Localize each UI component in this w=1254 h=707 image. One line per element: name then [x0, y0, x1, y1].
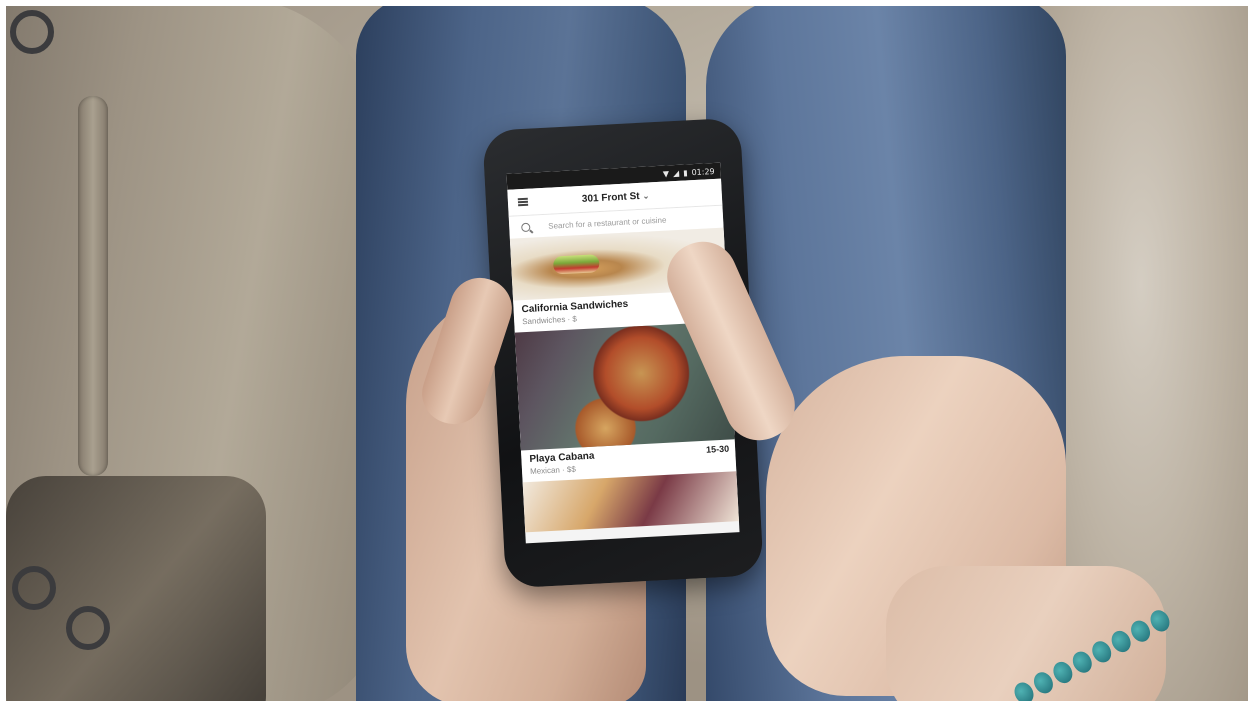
search-placeholder: Search for a restaurant or cuisine	[548, 215, 667, 231]
bag-zipper	[78, 96, 108, 476]
signal-icon: ◢	[672, 168, 680, 178]
keyring-icon	[66, 606, 110, 650]
wifi-icon: ▼	[662, 168, 670, 179]
address-selector[interactable]: 301 Front St ⌄	[581, 190, 650, 205]
battery-icon: ▮	[682, 167, 688, 178]
address-label: 301 Front St	[581, 190, 640, 205]
keyring-icon	[12, 566, 56, 610]
restaurant-card[interactable]	[522, 471, 739, 533]
restaurant-image	[522, 471, 739, 533]
keyring-icon	[10, 10, 54, 54]
status-time: 01:29	[691, 166, 715, 177]
sandwich-image	[552, 254, 600, 275]
photo-scene: ▼ ◢ ▮ 01:29 301 Front St ⌄ Search for a …	[6, 6, 1248, 701]
menu-icon[interactable]	[517, 197, 529, 207]
search-icon	[521, 222, 531, 232]
delivery-eta: 15-30	[705, 443, 730, 455]
chevron-down-icon: ⌄	[642, 190, 650, 201]
